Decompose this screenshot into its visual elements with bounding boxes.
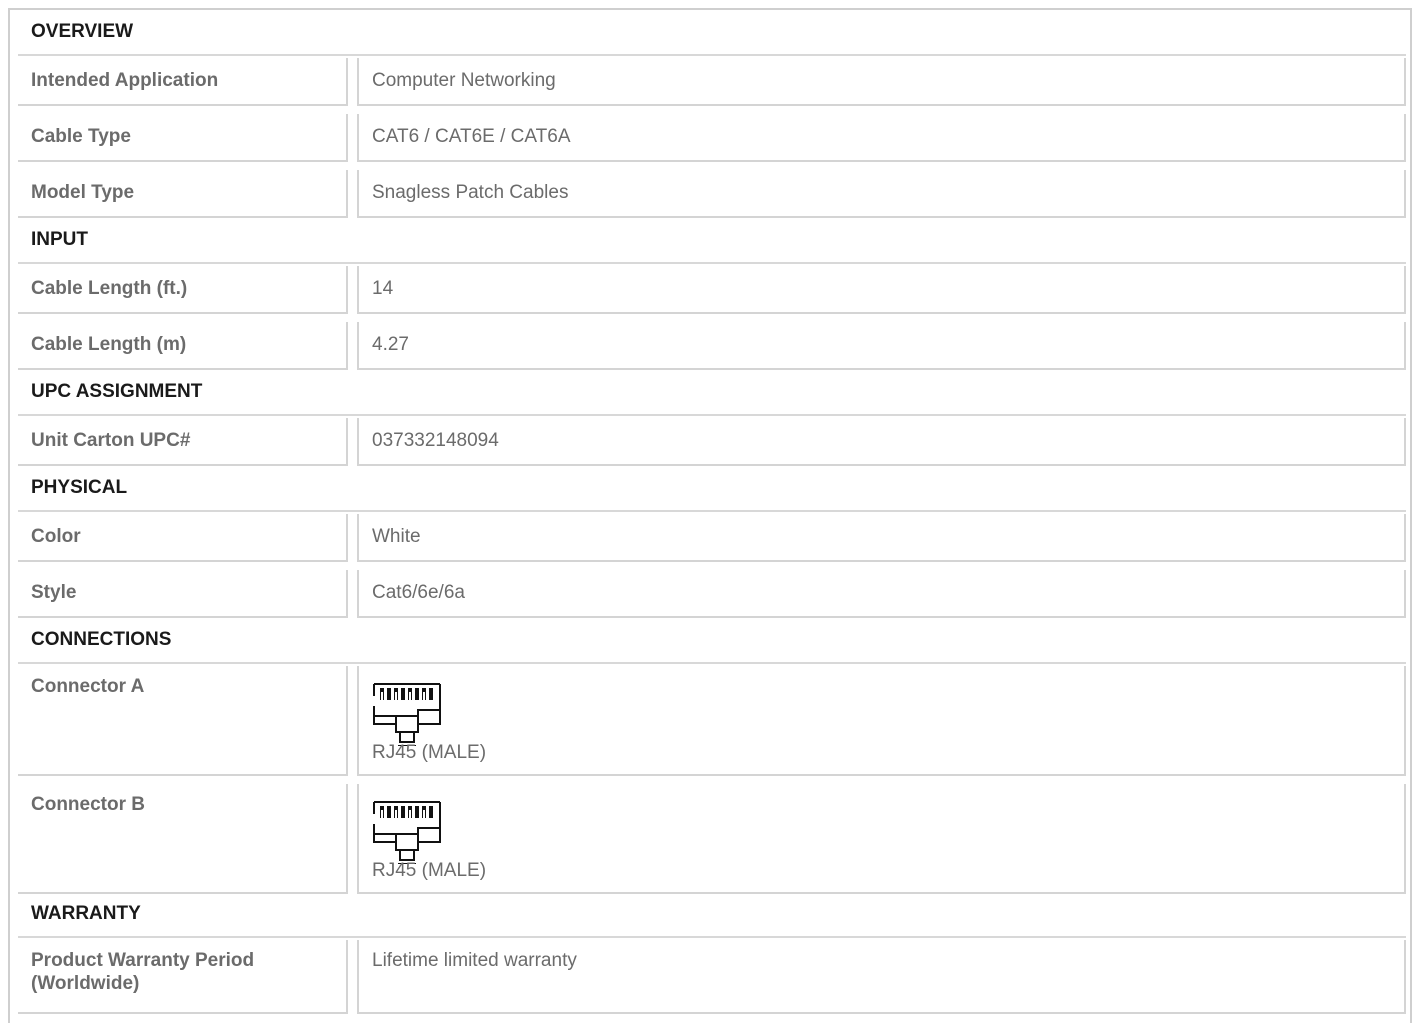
spec-row-connector-a: Connector A RJ45 (MALE) bbox=[18, 666, 1406, 776]
spec-value: 4.27 bbox=[357, 322, 1406, 370]
section-header-input: INPUT bbox=[18, 218, 1406, 264]
spec-label: Color bbox=[18, 514, 348, 562]
spec-value: White bbox=[357, 514, 1406, 562]
spec-value: CAT6 / CAT6E / CAT6A bbox=[357, 114, 1406, 162]
spec-value-connector: RJ45 (MALE) bbox=[357, 784, 1406, 894]
spec-row-cable-length-m: Cable Length (m) 4.27 bbox=[18, 322, 1406, 370]
spec-label: Cable Length (ft.) bbox=[18, 266, 348, 314]
spec-label: Style bbox=[18, 570, 348, 618]
spec-row-cable-type: Cable Type CAT6 / CAT6E / CAT6A bbox=[18, 114, 1406, 162]
spec-row-connector-b: Connector B RJ45 (MALE) bbox=[18, 784, 1406, 894]
connector-type-label: RJ45 (MALE) bbox=[372, 860, 487, 881]
section-header-overview: OVERVIEW bbox=[18, 10, 1406, 56]
rj45-connector-icon bbox=[373, 801, 441, 864]
spec-value: 037332148094 bbox=[357, 418, 1406, 466]
spec-row-cable-length-ft: Cable Length (ft.) 14 bbox=[18, 266, 1406, 314]
spec-label: Cable Type bbox=[18, 114, 348, 162]
spec-value: Lifetime limited warranty bbox=[357, 940, 1406, 1014]
spec-label: Model Type bbox=[18, 170, 348, 218]
section-header-connections: CONNECTIONS bbox=[18, 618, 1406, 664]
rj45-connector-icon bbox=[373, 683, 441, 746]
connector-wrap: RJ45 (MALE) bbox=[372, 676, 1391, 763]
spec-row-style: Style Cat6/6e/6a bbox=[18, 570, 1406, 618]
connector-type-label: RJ45 (MALE) bbox=[372, 742, 487, 763]
spec-value-connector: RJ45 (MALE) bbox=[357, 666, 1406, 776]
spec-value: 14 bbox=[357, 266, 1406, 314]
spec-label: Connector B bbox=[18, 784, 348, 894]
section-header-physical: PHYSICAL bbox=[18, 466, 1406, 512]
spec-row-color: Color White bbox=[18, 514, 1406, 562]
spec-label: Unit Carton UPC# bbox=[18, 418, 348, 466]
spec-value: Cat6/6e/6a bbox=[357, 570, 1406, 618]
spec-value: Snagless Patch Cables bbox=[357, 170, 1406, 218]
spec-label: Intended Application bbox=[18, 58, 348, 106]
spec-label: Product Warranty Period (Worldwide) bbox=[18, 940, 348, 1014]
spec-label: Cable Length (m) bbox=[18, 322, 348, 370]
connector-wrap: RJ45 (MALE) bbox=[372, 794, 1391, 881]
spec-row-unit-carton-upc: Unit Carton UPC# 037332148094 bbox=[18, 418, 1406, 466]
spec-value: Computer Networking bbox=[357, 58, 1406, 106]
section-header-upc-assignment: UPC ASSIGNMENT bbox=[18, 370, 1406, 416]
spec-label: Connector A bbox=[18, 666, 348, 776]
spec-row-warranty-period: Product Warranty Period (Worldwide) Life… bbox=[18, 940, 1406, 1014]
spec-row-model-type: Model Type Snagless Patch Cables bbox=[18, 170, 1406, 218]
spec-row-intended-application: Intended Application Computer Networking bbox=[18, 58, 1406, 106]
section-header-warranty: WARRANTY bbox=[18, 892, 1406, 938]
